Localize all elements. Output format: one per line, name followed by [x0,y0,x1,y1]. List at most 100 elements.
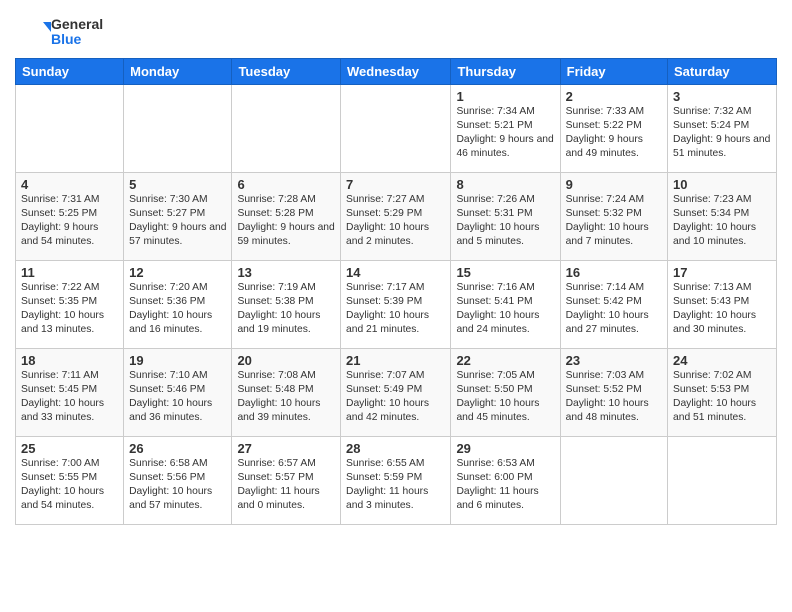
calendar-cell: 6Sunrise: 7:28 AM Sunset: 5:28 PM Daylig… [232,173,341,261]
cell-content: Sunrise: 7:33 AM Sunset: 5:22 PM Dayligh… [566,105,662,161]
calendar-cell: 20Sunrise: 7:08 AM Sunset: 5:48 PM Dayli… [232,349,341,437]
day-number: 11 [21,265,118,280]
logo: General Blue [15,14,103,50]
cell-content: Sunrise: 6:55 AM Sunset: 5:59 PM Dayligh… [346,457,445,513]
calendar-cell [668,437,777,525]
logo-blue: Blue [51,32,103,47]
day-number: 4 [21,177,118,192]
calendar-cell: 22Sunrise: 7:05 AM Sunset: 5:50 PM Dayli… [451,349,560,437]
cell-content: Sunrise: 7:32 AM Sunset: 5:24 PM Dayligh… [673,105,771,161]
calendar-cell: 14Sunrise: 7:17 AM Sunset: 5:39 PM Dayli… [341,261,451,349]
cell-content: Sunrise: 6:57 AM Sunset: 5:57 PM Dayligh… [237,457,335,513]
day-number: 10 [673,177,771,192]
day-number: 23 [566,353,662,368]
calendar-cell: 10Sunrise: 7:23 AM Sunset: 5:34 PM Dayli… [668,173,777,261]
calendar-cell: 5Sunrise: 7:30 AM Sunset: 5:27 PM Daylig… [124,173,232,261]
calendar-col-header-sunday: Sunday [16,59,124,85]
calendar-cell: 15Sunrise: 7:16 AM Sunset: 5:41 PM Dayli… [451,261,560,349]
calendar-col-header-saturday: Saturday [668,59,777,85]
day-number: 22 [456,353,554,368]
calendar-cell: 28Sunrise: 6:55 AM Sunset: 5:59 PM Dayli… [341,437,451,525]
calendar-cell: 11Sunrise: 7:22 AM Sunset: 5:35 PM Dayli… [16,261,124,349]
day-number: 26 [129,441,226,456]
cell-content: Sunrise: 6:58 AM Sunset: 5:56 PM Dayligh… [129,457,226,513]
calendar-cell: 8Sunrise: 7:26 AM Sunset: 5:31 PM Daylig… [451,173,560,261]
day-number: 29 [456,441,554,456]
day-number: 19 [129,353,226,368]
day-number: 9 [566,177,662,192]
cell-content: Sunrise: 7:03 AM Sunset: 5:52 PM Dayligh… [566,369,662,425]
day-number: 7 [346,177,445,192]
calendar-cell: 27Sunrise: 6:57 AM Sunset: 5:57 PM Dayli… [232,437,341,525]
day-number: 8 [456,177,554,192]
day-number: 28 [346,441,445,456]
calendar-col-header-friday: Friday [560,59,667,85]
calendar-cell: 21Sunrise: 7:07 AM Sunset: 5:49 PM Dayli… [341,349,451,437]
calendar-cell: 16Sunrise: 7:14 AM Sunset: 5:42 PM Dayli… [560,261,667,349]
calendar-cell [341,85,451,173]
day-number: 17 [673,265,771,280]
calendar-table: SundayMondayTuesdayWednesdayThursdayFrid… [15,58,777,525]
day-number: 2 [566,89,662,104]
cell-content: Sunrise: 7:34 AM Sunset: 5:21 PM Dayligh… [456,105,554,161]
calendar-cell: 24Sunrise: 7:02 AM Sunset: 5:53 PM Dayli… [668,349,777,437]
day-number: 6 [237,177,335,192]
calendar-cell: 3Sunrise: 7:32 AM Sunset: 5:24 PM Daylig… [668,85,777,173]
cell-content: Sunrise: 7:19 AM Sunset: 5:38 PM Dayligh… [237,281,335,337]
calendar-cell: 19Sunrise: 7:10 AM Sunset: 5:46 PM Dayli… [124,349,232,437]
calendar-cell: 17Sunrise: 7:13 AM Sunset: 5:43 PM Dayli… [668,261,777,349]
day-number: 27 [237,441,335,456]
calendar-cell: 18Sunrise: 7:11 AM Sunset: 5:45 PM Dayli… [16,349,124,437]
day-number: 20 [237,353,335,368]
day-number: 12 [129,265,226,280]
cell-content: Sunrise: 7:28 AM Sunset: 5:28 PM Dayligh… [237,193,335,249]
cell-content: Sunrise: 7:31 AM Sunset: 5:25 PM Dayligh… [21,193,118,249]
day-number: 18 [21,353,118,368]
page-header: General Blue [15,10,777,50]
calendar-col-header-monday: Monday [124,59,232,85]
calendar-cell [124,85,232,173]
day-number: 16 [566,265,662,280]
cell-content: Sunrise: 7:14 AM Sunset: 5:42 PM Dayligh… [566,281,662,337]
cell-content: Sunrise: 7:11 AM Sunset: 5:45 PM Dayligh… [21,369,118,425]
cell-content: Sunrise: 7:08 AM Sunset: 5:48 PM Dayligh… [237,369,335,425]
calendar-cell: 4Sunrise: 7:31 AM Sunset: 5:25 PM Daylig… [16,173,124,261]
calendar-cell: 29Sunrise: 6:53 AM Sunset: 6:00 PM Dayli… [451,437,560,525]
calendar-col-header-tuesday: Tuesday [232,59,341,85]
cell-content: Sunrise: 7:17 AM Sunset: 5:39 PM Dayligh… [346,281,445,337]
calendar-cell: 26Sunrise: 6:58 AM Sunset: 5:56 PM Dayli… [124,437,232,525]
day-number: 15 [456,265,554,280]
calendar-week-row-3: 11Sunrise: 7:22 AM Sunset: 5:35 PM Dayli… [16,261,777,349]
day-number: 21 [346,353,445,368]
cell-content: Sunrise: 7:27 AM Sunset: 5:29 PM Dayligh… [346,193,445,249]
calendar-week-row-4: 18Sunrise: 7:11 AM Sunset: 5:45 PM Dayli… [16,349,777,437]
calendar-week-row-5: 25Sunrise: 7:00 AM Sunset: 5:55 PM Dayli… [16,437,777,525]
cell-content: Sunrise: 6:53 AM Sunset: 6:00 PM Dayligh… [456,457,554,513]
logo-svg [15,14,51,50]
cell-content: Sunrise: 7:24 AM Sunset: 5:32 PM Dayligh… [566,193,662,249]
cell-content: Sunrise: 7:02 AM Sunset: 5:53 PM Dayligh… [673,369,771,425]
cell-content: Sunrise: 7:10 AM Sunset: 5:46 PM Dayligh… [129,369,226,425]
calendar-col-header-thursday: Thursday [451,59,560,85]
day-number: 1 [456,89,554,104]
calendar-cell: 9Sunrise: 7:24 AM Sunset: 5:32 PM Daylig… [560,173,667,261]
calendar-week-row-2: 4Sunrise: 7:31 AM Sunset: 5:25 PM Daylig… [16,173,777,261]
cell-content: Sunrise: 7:05 AM Sunset: 5:50 PM Dayligh… [456,369,554,425]
day-number: 25 [21,441,118,456]
calendar-cell [16,85,124,173]
calendar-cell [232,85,341,173]
calendar-cell: 1Sunrise: 7:34 AM Sunset: 5:21 PM Daylig… [451,85,560,173]
day-number: 13 [237,265,335,280]
logo-text: General Blue [51,17,103,48]
calendar-cell: 7Sunrise: 7:27 AM Sunset: 5:29 PM Daylig… [341,173,451,261]
calendar-cell: 2Sunrise: 7:33 AM Sunset: 5:22 PM Daylig… [560,85,667,173]
calendar-cell: 12Sunrise: 7:20 AM Sunset: 5:36 PM Dayli… [124,261,232,349]
cell-content: Sunrise: 7:30 AM Sunset: 5:27 PM Dayligh… [129,193,226,249]
calendar-cell: 25Sunrise: 7:00 AM Sunset: 5:55 PM Dayli… [16,437,124,525]
cell-content: Sunrise: 7:07 AM Sunset: 5:49 PM Dayligh… [346,369,445,425]
day-number: 5 [129,177,226,192]
day-number: 3 [673,89,771,104]
day-number: 24 [673,353,771,368]
calendar-header-row: SundayMondayTuesdayWednesdayThursdayFrid… [16,59,777,85]
calendar-cell: 23Sunrise: 7:03 AM Sunset: 5:52 PM Dayli… [560,349,667,437]
